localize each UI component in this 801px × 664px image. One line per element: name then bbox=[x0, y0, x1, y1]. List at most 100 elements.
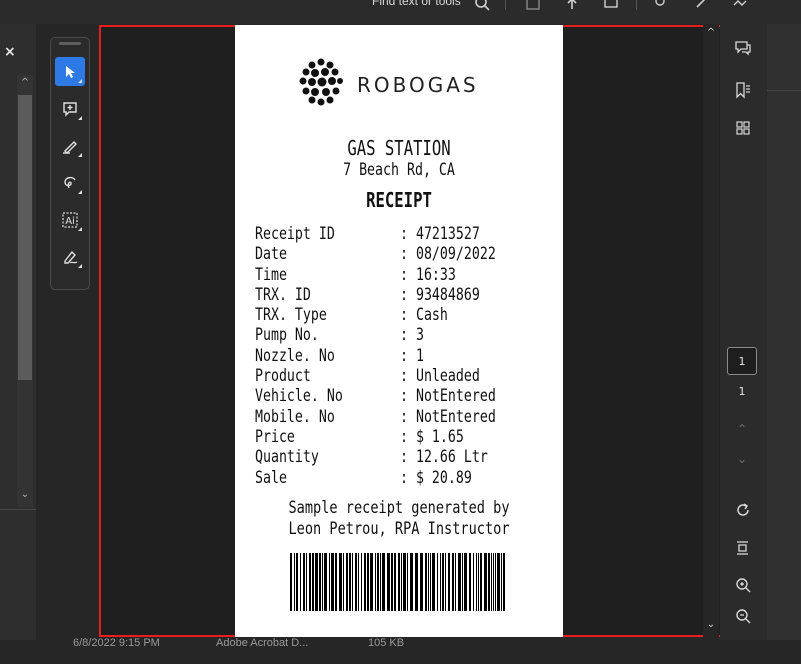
window-divider bbox=[767, 90, 801, 91]
row-value: : 12.66 Ltr bbox=[400, 447, 488, 468]
status-date: 6/8/2022 9:15 PM bbox=[73, 637, 160, 649]
barcode-bar bbox=[375, 553, 376, 611]
close-panel-button[interactable]: × bbox=[4, 44, 16, 60]
add-comment-button[interactable] bbox=[55, 94, 85, 123]
doc-scroll-up-icon[interactable]: ^ bbox=[703, 27, 719, 38]
receipt-row: TRX. ID: 93484869 bbox=[255, 285, 555, 305]
left-panel-scrollbar[interactable]: ^ ⌄ bbox=[17, 75, 33, 507]
station-address: 7 Beach Rd, CA bbox=[343, 160, 455, 180]
row-label: Product bbox=[255, 366, 311, 387]
receipt-row: TRX. Type: Cash bbox=[255, 305, 555, 325]
document-scrollbar[interactable]: ^ ⌄ bbox=[703, 25, 719, 637]
row-value: : 47213527 bbox=[400, 224, 480, 244]
receipt-row: Mobile. No: NotEntered bbox=[255, 407, 555, 427]
row-value: : 08/09/2022 bbox=[400, 244, 496, 265]
toolbar-divider bbox=[505, 0, 506, 10]
text-recognition-icon: Ai bbox=[61, 211, 79, 229]
barcode-bar bbox=[432, 553, 435, 611]
barcode-bar bbox=[420, 553, 423, 611]
barcode-bar bbox=[403, 553, 406, 611]
barcode-bar bbox=[452, 553, 454, 611]
rotate-icon[interactable] bbox=[731, 498, 755, 522]
barcode-bar bbox=[462, 553, 463, 611]
barcode-bar bbox=[352, 553, 353, 611]
barcode-bar bbox=[495, 553, 496, 611]
quick-tools-toolbar: Ai bbox=[50, 37, 90, 290]
row-label: Receipt ID bbox=[255, 224, 335, 244]
search-zoom-icon[interactable] bbox=[650, 0, 672, 12]
signature-icon bbox=[61, 248, 79, 266]
text-recognition-button[interactable]: Ai bbox=[55, 205, 85, 234]
receipt-note-line1: Sample receipt generated by bbox=[288, 498, 510, 518]
barcode-bar bbox=[398, 553, 400, 611]
barcode-bar bbox=[367, 553, 369, 611]
barcode-bar bbox=[312, 553, 314, 611]
barcode-bar bbox=[331, 553, 334, 611]
comment-icon[interactable] bbox=[731, 36, 755, 60]
save-icon[interactable] bbox=[522, 0, 544, 12]
sign-tool-button[interactable] bbox=[55, 242, 85, 271]
page-up-icon[interactable]: ⌃ bbox=[727, 422, 757, 436]
top-toolbar: Find text or tools bbox=[0, 0, 801, 24]
barcode-bar bbox=[391, 553, 393, 611]
status-bar: 6/8/2022 9:15 PM Adobe Acrobat D... 105 … bbox=[0, 637, 801, 664]
barcode-bar bbox=[415, 553, 418, 611]
receipt-row: Nozzle. No: 1 bbox=[255, 346, 555, 366]
receipt-row: Receipt ID : 47213527 bbox=[255, 224, 555, 244]
receipt-row: Time: 16:33 bbox=[255, 265, 555, 285]
zoom-out-icon[interactable] bbox=[731, 604, 755, 628]
left-scroll-up-icon[interactable]: ^ bbox=[17, 77, 33, 88]
receipt-page: ROBOGAS GAS STATION 7 Beach Rd, CA RECEI… bbox=[235, 25, 563, 637]
barcode-bar bbox=[380, 553, 381, 611]
select-tool-button[interactable] bbox=[55, 57, 85, 86]
barcode-bar bbox=[306, 553, 307, 611]
barcode-bar bbox=[355, 553, 357, 611]
barcode-bar bbox=[329, 553, 330, 611]
find-text-label[interactable]: Find text or tools bbox=[372, 0, 461, 8]
barcode-bar bbox=[480, 553, 482, 611]
status-size: 105 KB bbox=[368, 637, 405, 649]
search-icon[interactable] bbox=[471, 0, 493, 12]
row-label: Mobile. No bbox=[255, 406, 335, 427]
barcode-bar bbox=[324, 553, 327, 611]
barcode-bar bbox=[358, 553, 359, 611]
barcode-bar bbox=[440, 553, 441, 611]
left-panel-divider bbox=[0, 509, 36, 510]
barcode-bar bbox=[303, 553, 305, 611]
barcode-bar bbox=[290, 553, 292, 611]
toolbar-grip[interactable] bbox=[59, 42, 81, 45]
right-tools-panel bbox=[720, 24, 767, 640]
receipt-row: Quantity: 12.66 Ltr bbox=[255, 447, 555, 467]
zoom-in-icon[interactable] bbox=[731, 573, 755, 597]
barcode-bar bbox=[491, 553, 492, 611]
barcode-bar bbox=[377, 553, 379, 611]
bookmark-icon[interactable] bbox=[731, 78, 755, 102]
current-page-input[interactable]: 1 bbox=[727, 347, 757, 375]
link-icon[interactable] bbox=[690, 0, 712, 12]
thumbnails-icon[interactable] bbox=[731, 116, 755, 140]
upload-icon[interactable] bbox=[561, 0, 583, 12]
highlight-pen-button[interactable] bbox=[55, 131, 85, 160]
left-scroll-down-icon[interactable]: ⌄ bbox=[17, 489, 33, 500]
left-scroll-thumb[interactable] bbox=[18, 95, 32, 380]
row-value: : 1 bbox=[400, 345, 424, 366]
barcode-bar bbox=[428, 553, 429, 611]
barcode-bar bbox=[484, 553, 487, 611]
page-down-icon[interactable]: ⌄ bbox=[727, 452, 757, 466]
tool-menu-corner-icon bbox=[78, 153, 82, 157]
barcode-bar bbox=[361, 553, 362, 611]
draw-tool-button[interactable] bbox=[55, 168, 85, 197]
left-navigation-panel: × ^ ⌄ bbox=[0, 24, 36, 640]
barcode-bar bbox=[469, 553, 471, 611]
doc-scroll-down-icon[interactable]: ⌄ bbox=[703, 619, 719, 630]
barcode-bar bbox=[455, 553, 456, 611]
tool-menu-corner-icon bbox=[78, 190, 82, 194]
print-icon[interactable] bbox=[600, 0, 622, 12]
image-icon[interactable] bbox=[729, 0, 751, 12]
receipt-note-line2: Leon Petrou, RPA Instructor bbox=[288, 519, 510, 539]
fit-page-icon[interactable] bbox=[731, 536, 755, 560]
barcode-bar bbox=[382, 553, 385, 611]
row-label: Sale bbox=[255, 467, 287, 488]
add-comment-icon bbox=[61, 100, 79, 118]
select-tool-icon bbox=[62, 64, 78, 80]
